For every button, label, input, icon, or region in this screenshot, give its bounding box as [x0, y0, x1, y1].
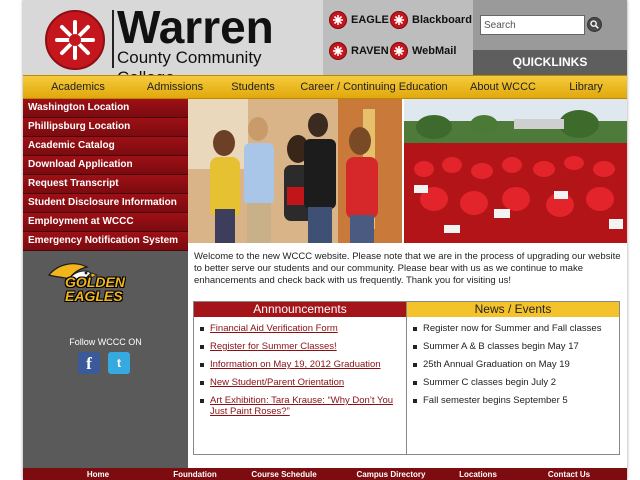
- nav-academics[interactable]: Academics: [23, 81, 133, 93]
- mascot-text: GOLDEN EAGLES: [65, 274, 125, 304]
- portal-links: EAGLE Blackboard RAVEN WebMail: [323, 0, 473, 75]
- footer-nav: Home Foundation Course Schedule Campus D…: [23, 468, 627, 480]
- announcement-link[interactable]: New Student/Parent Orientation: [210, 377, 344, 388]
- facebook-icon[interactable]: f: [78, 352, 100, 374]
- sidebar-item-download-application[interactable]: Download Application: [23, 156, 188, 175]
- graduation-photo: [404, 99, 627, 243]
- wccc-star-icon: [329, 11, 347, 29]
- portal-link-label: EAGLE: [351, 14, 389, 26]
- sidebar-item-washington-location[interactable]: Washington Location: [23, 99, 188, 118]
- sidebar-item-employment[interactable]: Employment at WCCC: [23, 213, 188, 232]
- twitter-icon[interactable]: t: [108, 352, 130, 374]
- main-content: Welcome to the new WCCC website. Please …: [188, 99, 627, 468]
- list-item: Summer A & B classes begin May 17: [413, 341, 613, 352]
- sidebar-item-emergency-notification[interactable]: Emergency Notification System: [23, 232, 188, 251]
- wccc-star-icon: [390, 42, 408, 60]
- announcement-link[interactable]: Information on May 19, 2012 Graduation: [210, 359, 381, 370]
- portal-link-eagle[interactable]: EAGLE: [329, 11, 389, 29]
- portal-link-raven[interactable]: RAVEN: [329, 42, 389, 60]
- logo-divider: [112, 10, 114, 68]
- footer-course-schedule[interactable]: Course Schedule: [217, 470, 351, 479]
- welcome-text: Welcome to the new WCCC website. Please …: [194, 251, 621, 286]
- nav-career-continuing-education[interactable]: Career / Continuing Education: [289, 81, 459, 93]
- header: Warren County Community College EAGLE Bl…: [23, 0, 627, 87]
- portal-link-label: WebMail: [412, 45, 457, 57]
- follow-label: Follow WCCC ON: [69, 337, 142, 347]
- news-events-panel: News / Events Register now for Summer an…: [406, 301, 620, 455]
- footer-home[interactable]: Home: [23, 470, 173, 479]
- page: Warren County Community College EAGLE Bl…: [23, 0, 627, 480]
- footer-foundation[interactable]: Foundation: [173, 470, 217, 479]
- list-item: Fall semester begins September 5: [413, 395, 613, 406]
- footer-contact-us[interactable]: Contact Us: [525, 470, 613, 479]
- announcement-link[interactable]: Art Exhibition: Tara Krause: “Why Don’t …: [210, 395, 393, 417]
- college-logo[interactable]: Warren County Community College: [23, 0, 323, 87]
- announcements-panel: Annnouncements Financial Aid Verificatio…: [193, 301, 406, 455]
- portal-link-blackboard[interactable]: Blackboard: [390, 11, 472, 29]
- main-nav: Academics Admissions Students Career / C…: [23, 75, 627, 99]
- sidebar-item-phillipsburg-location[interactable]: Phillipsburg Location: [23, 118, 188, 137]
- wccc-logo-icon: [45, 10, 105, 70]
- list-item: Summer C classes begin July 2: [413, 377, 613, 388]
- list-item: Information on May 19, 2012 Graduation: [200, 359, 400, 370]
- sidebar: Washington Location Phillipsburg Locatio…: [23, 99, 188, 468]
- list-item: New Student/Parent Orientation: [200, 377, 400, 388]
- students-photo: [188, 99, 402, 243]
- portal-link-label: Blackboard: [412, 14, 472, 26]
- nav-students[interactable]: Students: [217, 81, 289, 93]
- wccc-star-icon: [329, 42, 347, 60]
- list-item: 25th Annual Graduation on May 19: [413, 359, 613, 370]
- list-item: Register for Summer Classes!: [200, 341, 400, 352]
- list-item: Financial Aid Verification Form: [200, 323, 400, 334]
- list-item: Art Exhibition: Tara Krause: “Why Don’t …: [200, 395, 400, 417]
- footer-locations[interactable]: Locations: [431, 470, 525, 479]
- list-item: Register now for Summer and Fall classes: [413, 323, 613, 334]
- search-icon[interactable]: [587, 17, 602, 32]
- logo-name: Warren: [117, 1, 274, 53]
- announcement-link[interactable]: Register for Summer Classes!: [210, 341, 337, 352]
- sidebar-item-student-disclosure[interactable]: Student Disclosure Information: [23, 194, 188, 213]
- announcements-title: Annnouncements: [194, 302, 406, 317]
- portal-link-webmail[interactable]: WebMail: [390, 42, 456, 60]
- quicklinks-button[interactable]: QUICKLINKS: [473, 50, 627, 75]
- sidebar-item-request-transcript[interactable]: Request Transcript: [23, 175, 188, 194]
- news-events-title: News / Events: [407, 302, 619, 317]
- portal-link-label: RAVEN: [351, 45, 389, 57]
- nav-admissions[interactable]: Admissions: [133, 81, 217, 93]
- sidebar-item-academic-catalog[interactable]: Academic Catalog: [23, 137, 188, 156]
- footer-campus-directory[interactable]: Campus Directory: [351, 470, 431, 479]
- search-input[interactable]: [480, 15, 585, 35]
- announcement-link[interactable]: Financial Aid Verification Form: [210, 323, 338, 334]
- nav-library[interactable]: Library: [547, 81, 625, 93]
- search-area: [473, 0, 627, 50]
- wccc-star-icon: [390, 11, 408, 29]
- golden-eagles-logo[interactable]: GOLDEN EAGLES: [45, 261, 155, 313]
- nav-about-wccc[interactable]: About WCCC: [459, 81, 547, 93]
